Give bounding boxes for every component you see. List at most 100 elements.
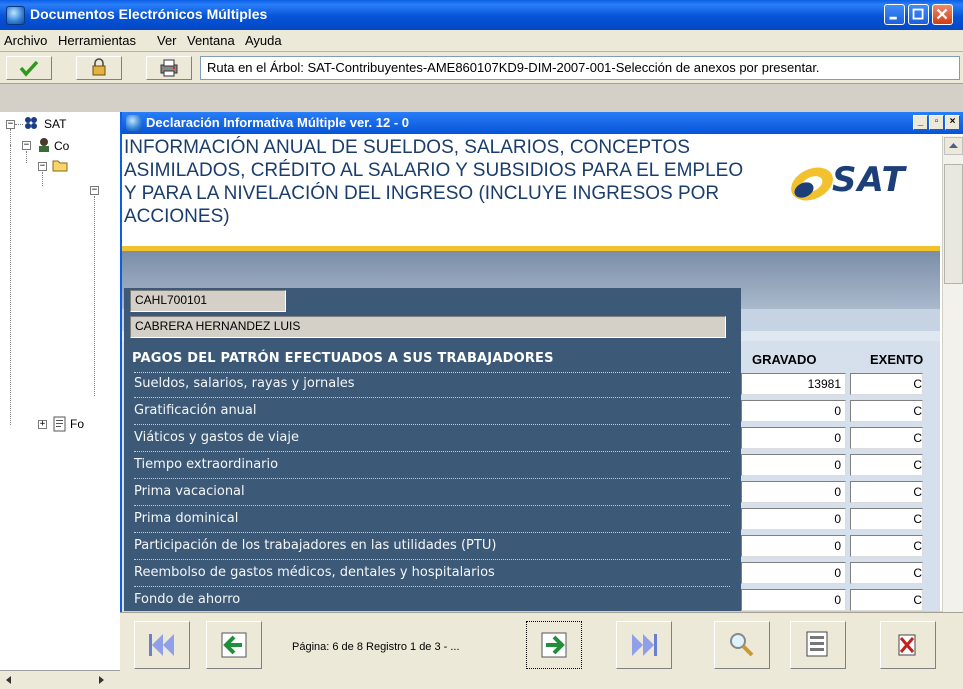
exento-input[interactable]: C <box>850 562 923 584</box>
tree-item-formatos[interactable]: Fo <box>70 417 84 431</box>
last-record-icon <box>632 634 657 656</box>
column-gravado: GRAVADO <box>752 352 817 367</box>
payment-row-label: Reembolso de gastos médicos, dentales y … <box>134 561 730 587</box>
last-record-button[interactable] <box>616 621 672 669</box>
gravado-input[interactable]: 0 <box>741 481 846 503</box>
delete-record-button[interactable] <box>880 621 936 669</box>
inner-close-button[interactable]: × <box>945 115 960 130</box>
vertical-scrollbar[interactable] <box>942 136 963 634</box>
name-field[interactable]: CABRERA HERNANDEZ LUIS <box>130 316 726 338</box>
print-button[interactable] <box>146 56 192 80</box>
gravado-input[interactable]: 13981 <box>741 373 846 395</box>
person-icon <box>39 138 49 152</box>
payment-row-label: Viáticos y gastos de viaje <box>134 426 730 452</box>
tree-path-display: Ruta en el Árbol: SAT-Contribuyentes-AME… <box>200 56 960 80</box>
heading-line-2: ASIMILADOS, CRÉDITO AL SALARIO Y SUBSIDI… <box>124 160 744 181</box>
declaration-title: Declaración Informativa Múltiple ver. 12… <box>146 115 409 130</box>
close-icon <box>936 8 948 20</box>
menu-ayuda[interactable]: Ayuda <box>245 33 282 48</box>
exento-input[interactable]: C <box>850 427 923 449</box>
table-report-icon <box>806 631 828 657</box>
scroll-left-icon[interactable] <box>4 675 14 685</box>
search-icon <box>730 633 754 657</box>
exento-input[interactable]: C <box>850 373 923 395</box>
tree-item-sat[interactable]: SAT <box>44 117 66 131</box>
first-record-icon <box>149 634 174 656</box>
scroll-right-icon[interactable] <box>96 675 106 685</box>
document-icon <box>53 416 66 432</box>
payment-row-label: Sueldos, salarios, rayas y jornales <box>134 372 730 398</box>
tree-collapse-item[interactable]: − <box>90 186 99 195</box>
maximize-icon <box>912 8 924 20</box>
gravado-input[interactable]: 0 <box>741 562 846 584</box>
minimize-button[interactable] <box>884 4 905 25</box>
gravado-input[interactable]: 0 <box>741 589 846 611</box>
main-title-bar[interactable]: Documentos Electrónicos Múltiples <box>0 0 963 30</box>
exento-input[interactable]: C <box>850 400 923 422</box>
printer-icon <box>160 59 178 77</box>
gravado-input[interactable]: 0 <box>741 427 846 449</box>
payment-row-label: Tiempo extraordinario <box>134 453 730 479</box>
lock-button[interactable] <box>76 56 122 80</box>
gravado-input[interactable]: 0 <box>741 508 846 530</box>
tree-item-contribuyentes[interactable]: Co <box>54 139 69 153</box>
vertical-scroll-thumb[interactable] <box>944 164 963 284</box>
inner-restore-button[interactable]: ▫ <box>929 115 944 130</box>
declaration-window: Declaración Informativa Múltiple ver. 12… <box>120 112 963 651</box>
payment-row-label: Prima vacacional <box>134 480 730 506</box>
next-record-button[interactable] <box>526 621 582 669</box>
exento-input[interactable]: C <box>850 481 923 503</box>
tree-expand-formatos[interactable]: + <box>38 420 47 429</box>
menu-archivo[interactable]: Archivo <box>4 33 47 48</box>
folder-open-icon <box>52 160 68 172</box>
maximize-button[interactable] <box>908 4 929 25</box>
tree-pane[interactable]: − SAT − Co − − + Fo <box>0 112 122 689</box>
gravado-input[interactable]: 0 <box>741 454 846 476</box>
tree-collapse-folder[interactable]: − <box>38 162 47 171</box>
lock-icon <box>92 58 106 76</box>
next-record-icon <box>541 632 567 658</box>
gravado-input[interactable]: 0 <box>741 400 846 422</box>
validate-button[interactable] <box>6 56 52 80</box>
heading-line-4: ACCIONES) <box>124 206 230 227</box>
inner-minimize-button[interactable]: _ <box>913 115 928 130</box>
rfc-field[interactable]: CAHL700101 <box>130 290 286 312</box>
tree-horizontal-scrollbar[interactable] <box>0 670 120 689</box>
tree-collapse-sat[interactable]: − <box>6 120 15 129</box>
menu-ventana[interactable]: Ventana <box>187 33 235 48</box>
sat-node-icon <box>25 117 37 129</box>
exento-input[interactable]: C <box>850 589 923 611</box>
tree-collapse-contribuyentes[interactable]: − <box>22 141 31 150</box>
payments-panel: CAHL700101 CABRERA HERNANDEZ LUIS PAGOS … <box>124 288 741 618</box>
column-exento: EXENTO <box>870 352 924 367</box>
heading-line-1: INFORMACIÓN ANUAL DE SUELDOS, SALARIOS, … <box>124 137 690 158</box>
exento-input[interactable]: C <box>850 454 923 476</box>
scroll-up-button[interactable] <box>944 137 963 155</box>
app-icon <box>6 6 25 25</box>
record-navigation-bar: Página: 6 de 8 Registro 1 de 3 - ... <box>120 612 963 689</box>
sat-logo-text: SAT <box>832 160 906 200</box>
heading-line-3: Y PARA LA NIVELACIÓN DEL INGRESO (INCLUY… <box>124 183 720 204</box>
search-button[interactable] <box>714 621 770 669</box>
page-record-info: Página: 6 de 8 Registro 1 de 3 - ... <box>292 641 460 653</box>
menu-herramientas[interactable]: Herramientas <box>58 33 136 48</box>
toolbar: Ruta en el Árbol: SAT-Contribuyentes-AME… <box>0 52 963 84</box>
gravado-input[interactable]: 0 <box>741 535 846 557</box>
exento-input[interactable]: C <box>850 508 923 530</box>
close-button[interactable] <box>932 4 953 25</box>
previous-record-icon <box>221 632 247 658</box>
checkmark-icon <box>19 60 39 77</box>
report-button[interactable] <box>790 621 846 669</box>
menu-ver[interactable]: Ver <box>157 33 177 48</box>
delete-record-icon <box>898 634 916 656</box>
section-title: PAGOS DEL PATRÓN EFECTUADOS A SUS TRABAJ… <box>132 351 554 366</box>
sat-logo: SAT <box>782 152 932 212</box>
payment-row-label: Prima dominical <box>134 507 730 533</box>
declaration-app-icon <box>126 115 142 131</box>
exento-input[interactable]: C <box>850 535 923 557</box>
menu-bar: Archivo Herramientas Ver Ventana Ayuda <box>0 30 963 52</box>
previous-record-button[interactable] <box>206 621 262 669</box>
first-record-button[interactable] <box>134 621 190 669</box>
declaration-title-bar[interactable]: Declaración Informativa Múltiple ver. 12… <box>122 112 963 134</box>
payment-row-label: Gratificación anual <box>134 399 730 425</box>
